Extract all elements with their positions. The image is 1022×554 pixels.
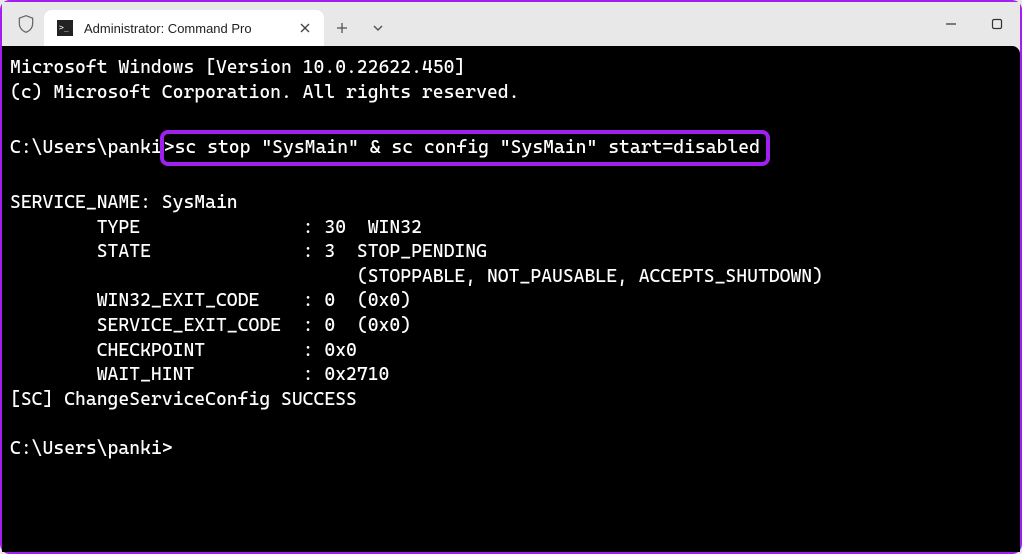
state-flags-line: (STOPPABLE, NOT_PAUSABLE, ACCEPTS_SHUTDO… [10,266,823,287]
svg-text:>_: >_ [59,23,69,32]
new-tab-button[interactable] [324,10,360,46]
tab-dropdown-button[interactable] [360,10,396,46]
type-line: TYPE : 30 WIN32 [10,217,422,238]
service-exit-line: SERVICE_EXIT_CODE : 0 (0x0) [10,315,411,336]
state-line: STATE : 3 STOP_PENDING [10,241,487,262]
header-line-2: (c) Microsoft Corporation. All rights re… [10,82,519,103]
tab-controls [324,2,396,46]
titlebar: >_ Administrator: Command Pro [2,2,1020,46]
service-name-line: SERVICE_NAME: SysMain [10,192,238,213]
header-line-1: Microsoft Windows [Version 10.0.22622.45… [10,57,465,78]
tab-close-button[interactable] [296,19,314,37]
prompt-2: C:\Users\panki> [10,438,173,459]
sc-success-line: [SC] ChangeServiceConfig SUCCESS [10,389,357,410]
checkpoint-line: CHECKPOINT : 0x0 [10,340,357,361]
tab-title: Administrator: Command Pro [84,21,286,36]
minimize-button[interactable] [928,5,974,43]
active-tab[interactable]: >_ Administrator: Command Pro [44,10,324,46]
maximize-button[interactable] [974,5,1020,43]
terminal-output[interactable]: Microsoft Windows [Version 10.0.22622.45… [2,46,1020,552]
win32-exit-line: WIN32_EXIT_CODE : 0 (0x0) [10,290,411,311]
highlighted-command: >sc stop "SysMain" & sc config "SysMain"… [160,130,770,167]
window-controls [928,2,1020,46]
shield-icon [14,12,38,36]
cmd-icon: >_ [56,19,74,37]
wait-hint-line: WAIT_HINT : 0x2710 [10,364,389,385]
prompt-1-path: C:\Users\panki [10,137,162,158]
